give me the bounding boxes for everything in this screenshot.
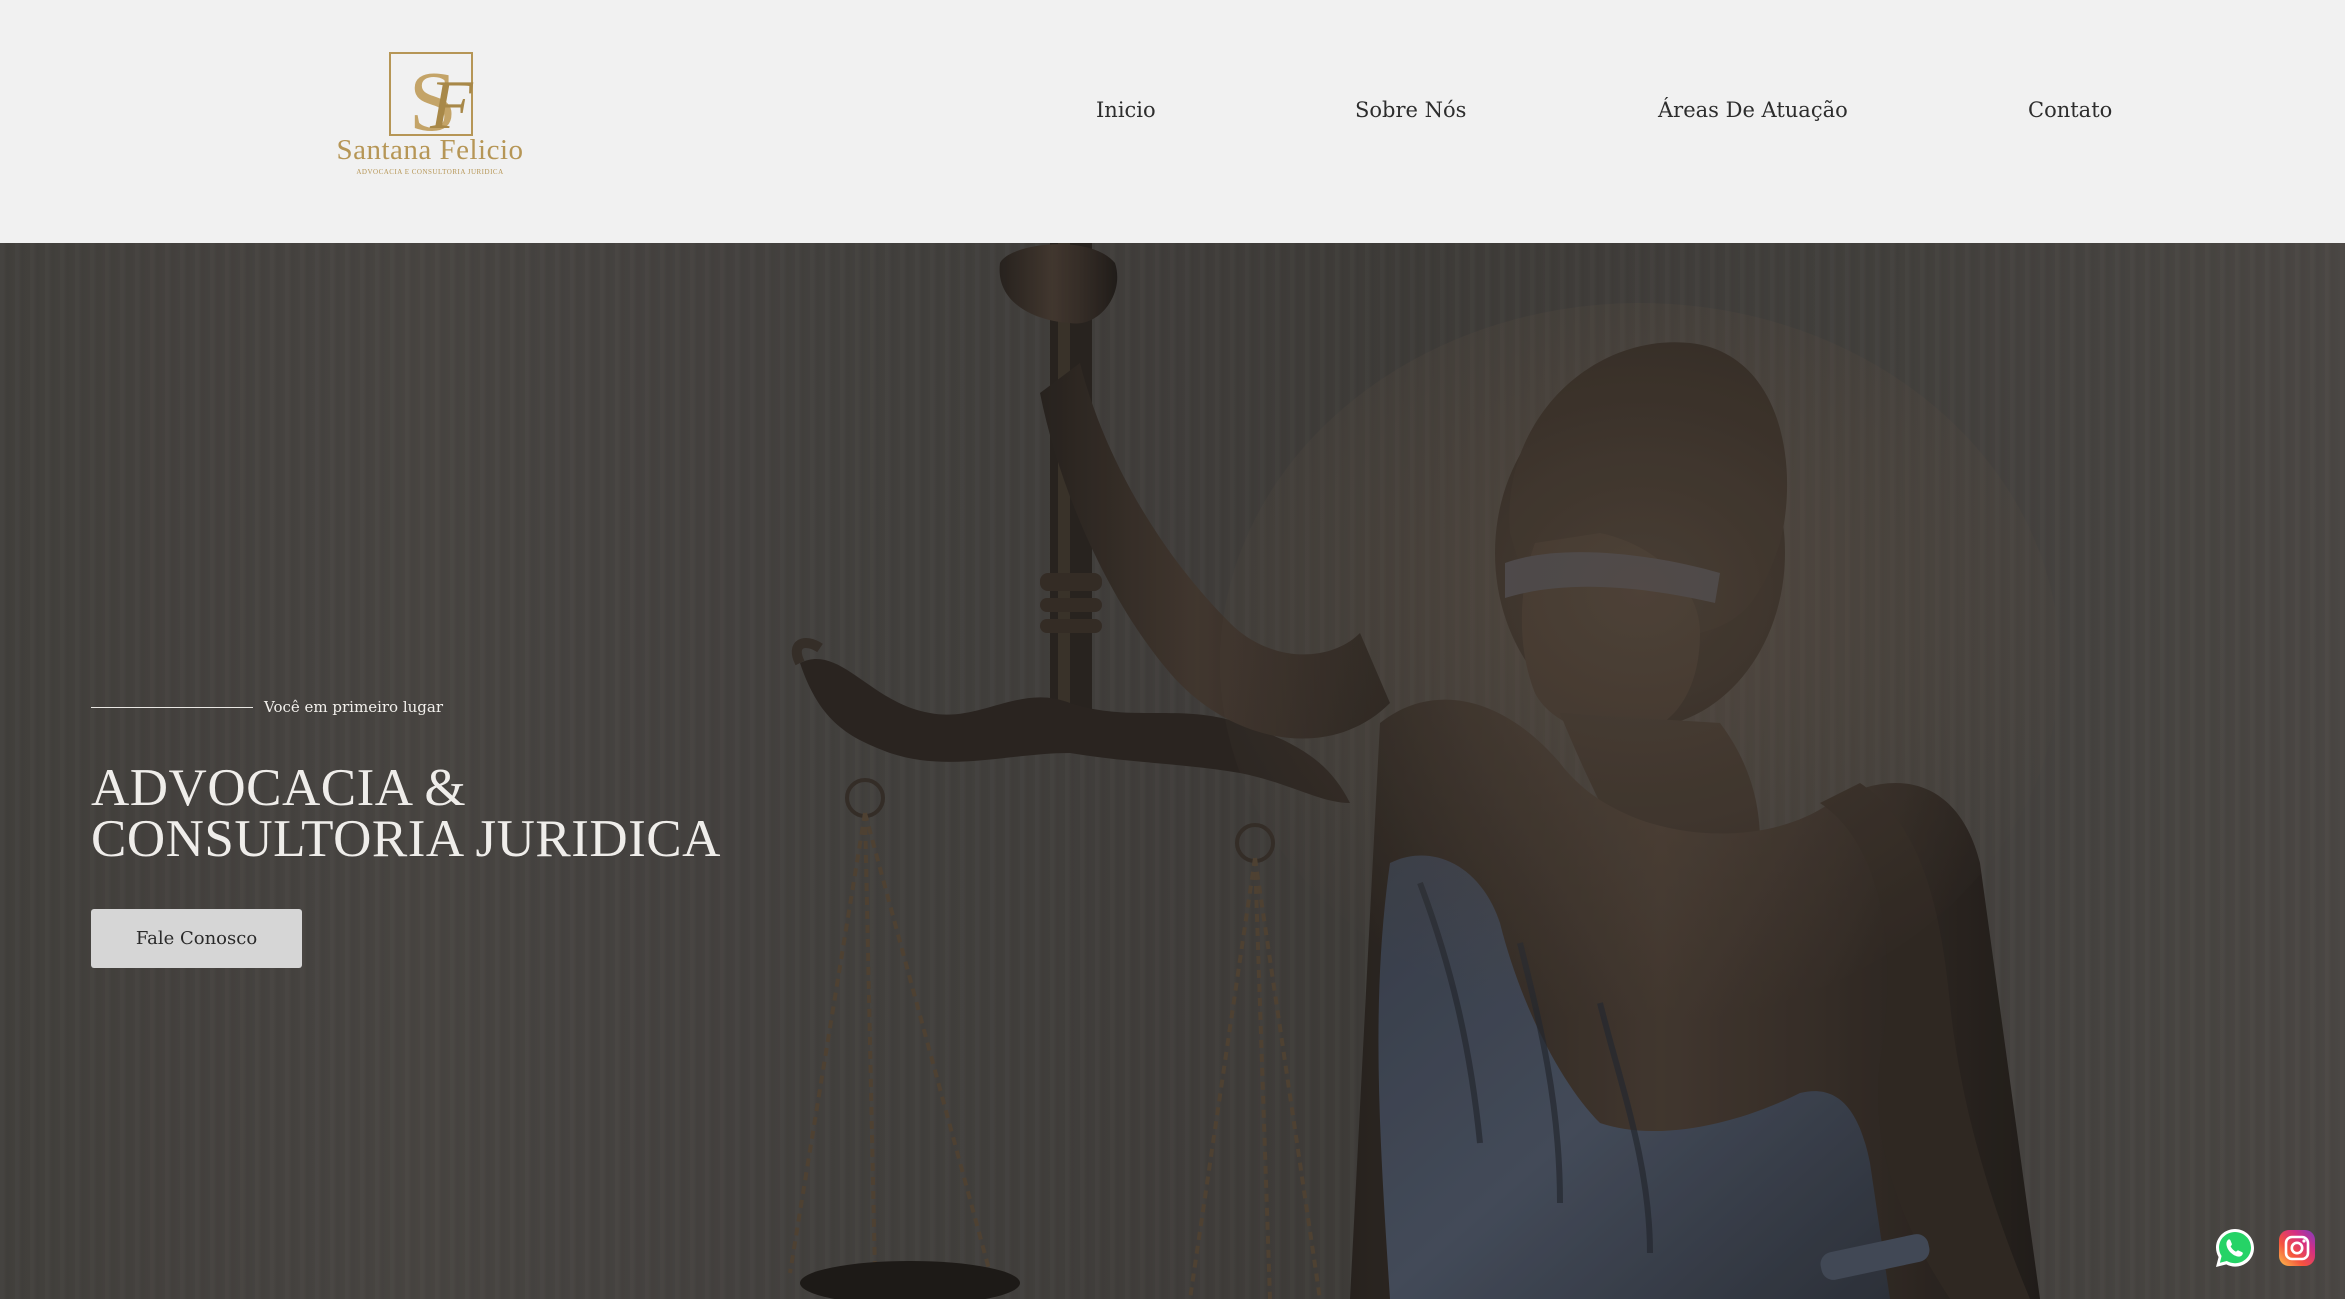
instagram-icon[interactable] bbox=[2275, 1226, 2319, 1270]
fale-conosco-button[interactable]: Fale Conosco bbox=[91, 909, 302, 968]
whatsapp-icon[interactable] bbox=[2213, 1226, 2257, 1270]
eyebrow-divider bbox=[91, 707, 253, 708]
brand-name: Santana Felicio bbox=[336, 134, 524, 166]
nav-item-areas-de-atuacao[interactable]: Áreas De Atuação bbox=[1658, 98, 1848, 122]
hero-title-line-2: CONSULTORIA JURIDICA bbox=[91, 810, 721, 868]
brand-tagline: ADVOCACIA E CONSULTORIA JURIDICA bbox=[356, 168, 504, 176]
brand-logo[interactable]: S F Santana Felicio ADVOCACIA E CONSULTO… bbox=[312, 48, 548, 188]
hero-title-line-1: ADVOCACIA & bbox=[91, 759, 467, 817]
site-header: S F Santana Felicio ADVOCACIA E CONSULTO… bbox=[0, 0, 2345, 243]
hero-eyebrow: Você em primeiro lugar bbox=[264, 698, 444, 716]
nav-item-sobre-nos[interactable]: Sobre Nós bbox=[1355, 98, 1466, 122]
hero-section: Você em primeiro lugar ADVOCACIA & CONSU… bbox=[0, 243, 2345, 1299]
nav-item-inicio[interactable]: Inicio bbox=[1096, 98, 1156, 122]
nav-item-contato[interactable]: Contato bbox=[2028, 98, 2112, 122]
svg-text:F: F bbox=[429, 67, 474, 138]
hero-title: ADVOCACIA & CONSULTORIA JURIDICA bbox=[91, 759, 721, 868]
sf-monogram-icon: S F bbox=[389, 52, 474, 138]
